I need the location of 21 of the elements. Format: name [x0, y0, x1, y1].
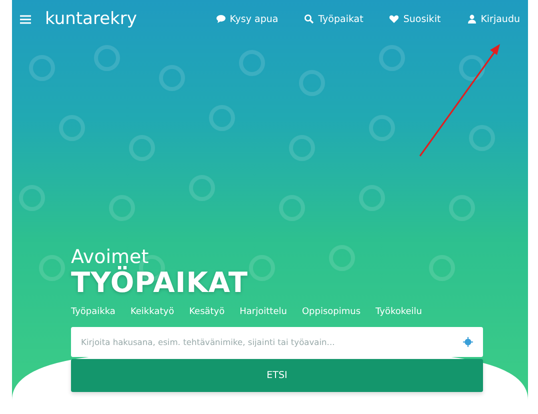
nav-link[interactable]: Suosikit [389, 14, 441, 24]
search-button[interactable]: ETSI [71, 359, 483, 392]
search-field[interactable]: Kirjoita hakusana, esim. tehtävänimike, sijainti tai työavain... [71, 327, 483, 357]
hero-title: TYÖPAIKAT [71, 267, 248, 299]
search-icon [304, 14, 314, 24]
job-type-link[interactable]: Oppisopimus [302, 307, 361, 317]
job-type-link[interactable]: Kesätyö [189, 307, 225, 317]
hero-kicker: Avoimet [71, 247, 149, 267]
heart-icon [389, 14, 400, 24]
job-type-link[interactable]: Työkokeilu [376, 307, 422, 317]
user-icon [466, 14, 477, 24]
site-logo[interactable]: kuntarekry [45, 9, 190, 29]
nav-link[interactable]: Kirjaudu [466, 14, 520, 24]
location-target-icon[interactable] [463, 337, 473, 347]
job-type-link[interactable]: Harjoittelu [240, 307, 287, 317]
nav-link[interactable]: Kysy apua [216, 14, 278, 24]
menu-icon[interactable] [20, 14, 31, 24]
nav-link[interactable]: Työpaikat [304, 14, 364, 24]
speech-bubble-icon [216, 14, 226, 24]
job-type-link[interactable]: Työpaikka [71, 307, 116, 317]
job-type-link[interactable]: Keikkatyö [130, 307, 174, 317]
